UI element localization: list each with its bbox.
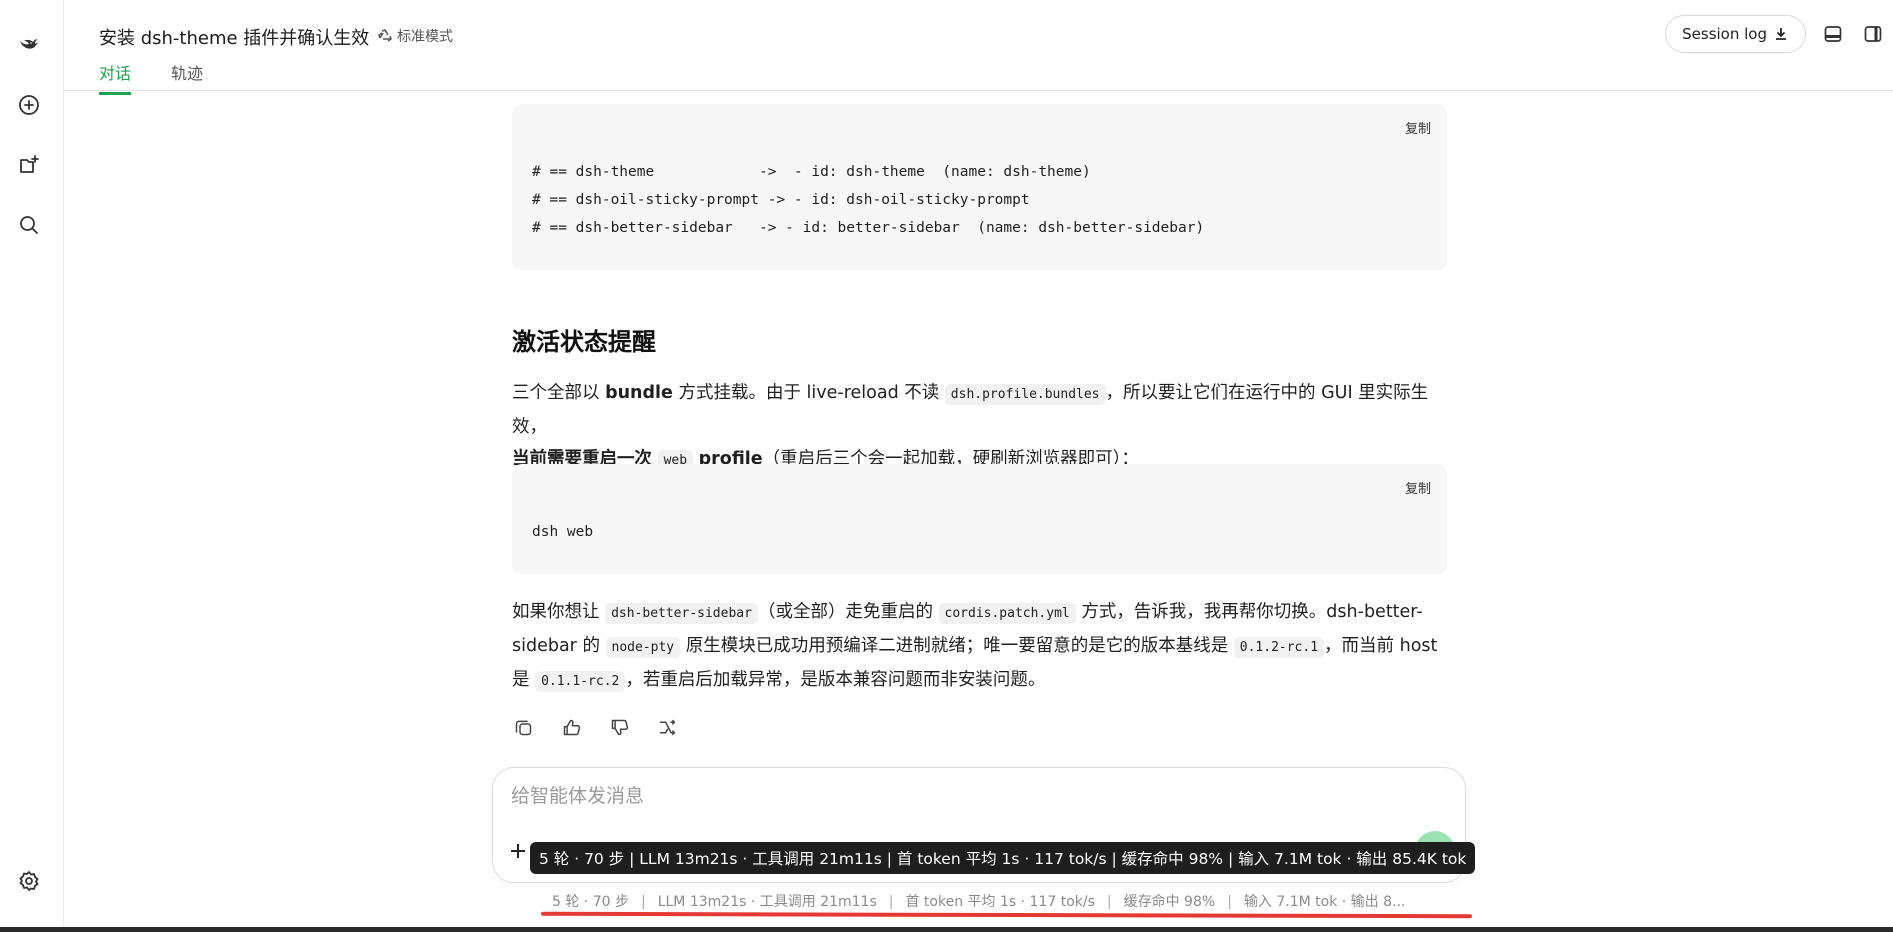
search-icon[interactable] [14, 210, 44, 240]
copy-button[interactable]: 复制 [1405, 118, 1431, 137]
stat-rounds: 5 轮 · 70 步 [552, 894, 629, 910]
download-icon [1776, 28, 1786, 40]
copy-icon[interactable] [512, 716, 534, 738]
mode-indicator[interactable]: 标准模式 [377, 26, 453, 46]
os-taskbar-edge [0, 927, 1893, 932]
page-title: 安装 dsh-theme 插件并确认生效 [99, 28, 370, 49]
settings-gear-icon[interactable] [14, 866, 44, 896]
inline-code: cordis.patch.yml [938, 603, 1076, 624]
stat-separator: | [1106, 894, 1112, 910]
tab-chat[interactable]: 对话 [99, 60, 132, 95]
stat-separator: | [1227, 894, 1232, 910]
chat-header: 安装 dsh-theme 插件并确认生效 标准模式 对话 轨迹 Session … [64, 0, 1893, 95]
stat-separator: | [888, 894, 894, 910]
branch-icon[interactable] [656, 716, 678, 738]
view-tabs: 对话 轨迹 [99, 60, 203, 95]
code-block-dsh-web: 复制 dsh web [512, 464, 1447, 574]
stat-tokens: 输入 7.1M tok · 输出 8... [1243, 894, 1406, 910]
whale-logo-icon[interactable] [14, 29, 44, 59]
inline-code: dsh.profile.bundles [944, 384, 1106, 405]
stat-separator: | [640, 894, 646, 910]
paragraph-activation: 三个全部以 bundle 方式挂载。由于 live-reload 不读 dsh.… [512, 383, 1429, 471]
left-rail [0, 0, 64, 932]
recycle-icon [378, 29, 392, 42]
message-input[interactable] [511, 786, 1411, 808]
right-panel-icon[interactable] [1861, 22, 1885, 46]
code-line: # == dsh-better-sidebar -> - id: better-… [532, 220, 1205, 236]
attach-plus-icon[interactable] [505, 838, 531, 864]
copy-button[interactable]: 复制 [1405, 478, 1431, 497]
new-project-icon[interactable] [14, 150, 44, 180]
session-log-button[interactable]: Session log [1665, 15, 1806, 53]
inline-code: dsh-better-sidebar [605, 603, 758, 624]
inline-code: node-pty [605, 637, 681, 658]
stat-cache-hit: 缓存命中 98% [1123, 894, 1216, 910]
code-block-bundle-ids: 复制 # == dsh-theme -> - id: dsh-theme (na… [512, 104, 1447, 270]
paragraph-switch: 如果你想让 dsh-better-sidebar （或全部）走免重启的 cordi… [512, 602, 1438, 692]
code-line: # == dsh-oil-sticky-prompt -> - id: dsh-… [532, 192, 1030, 208]
code-line: # == dsh-theme -> - id: dsh-theme (name:… [532, 164, 1091, 180]
inline-code: 0.1.2-rc.1 [1233, 637, 1325, 658]
stats-bar[interactable]: 5 轮 · 70 步 | LLM 13m21s · 工具调用 21m11s | 首 to… [552, 891, 1405, 911]
annotation-underline [540, 911, 1473, 919]
stat-first-token: 首 token 平均 1s · 117 tok/s [905, 894, 1095, 910]
stat-llm-time: LLM 13m21s · 工具调用 21m11s [657, 894, 877, 910]
tab-trace[interactable]: 轨迹 [171, 60, 203, 95]
section-heading: 激活状态提醒 [512, 328, 656, 356]
stats-tooltip: 5 轮 · 70 步 | LLM 13m21s · 工具调用 21m11s | … [530, 842, 1476, 874]
new-chat-icon[interactable] [14, 90, 44, 120]
message-actions [512, 716, 678, 738]
bottom-panel-icon[interactable] [1821, 22, 1845, 46]
thumbs-down-icon[interactable] [608, 716, 630, 738]
session-log-label: Session log [1682, 25, 1767, 43]
inline-code: 0.1.1-rc.2 [535, 671, 626, 692]
code-line: dsh web [532, 524, 594, 540]
thumbs-up-icon[interactable] [560, 716, 582, 738]
mode-label: 标准模式 [397, 29, 453, 45]
